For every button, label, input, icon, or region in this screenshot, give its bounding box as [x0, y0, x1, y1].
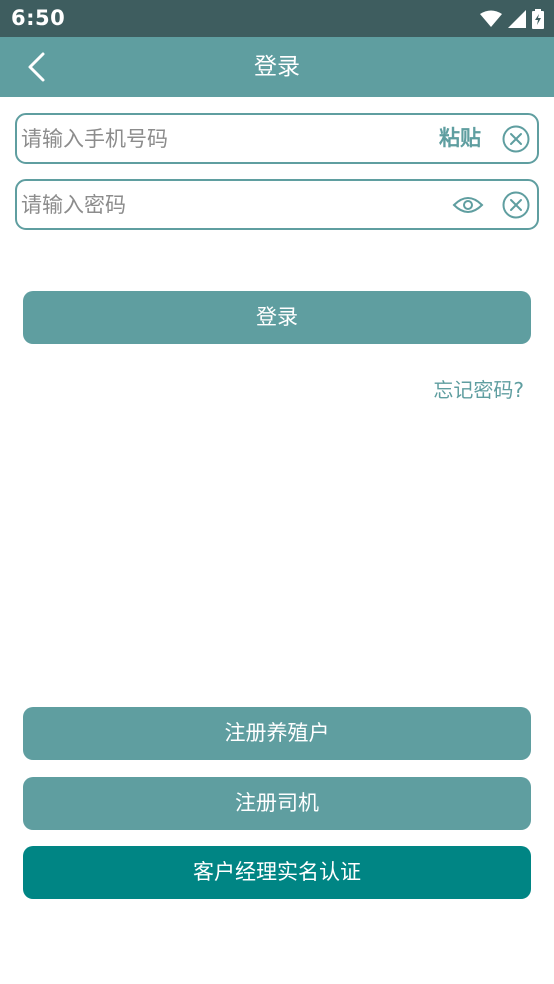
login-button[interactable]: 登录	[23, 291, 531, 344]
toggle-password-button[interactable]	[452, 191, 484, 219]
battery-charging-icon	[532, 9, 544, 29]
phone-input[interactable]	[21, 115, 421, 162]
register-driver-button[interactable]: 注册司机	[23, 777, 531, 830]
eye-icon	[452, 197, 484, 213]
forgot-password-link[interactable]: 忘记密码?	[433, 374, 524, 403]
wifi-icon	[480, 10, 502, 27]
signal-icon	[508, 10, 526, 28]
status-icons	[480, 8, 544, 30]
password-field	[15, 179, 539, 230]
status-time: 6:50	[11, 6, 66, 30]
status-bar: 6:50	[0, 0, 554, 37]
page-title: 登录	[254, 54, 300, 80]
clear-circle-icon	[502, 125, 530, 153]
clear-phone-button[interactable]	[502, 125, 530, 153]
clear-password-button[interactable]	[502, 191, 530, 219]
clear-circle-icon	[502, 191, 530, 219]
app-bar: 登录	[0, 37, 554, 97]
password-input[interactable]	[21, 181, 441, 228]
register-farmer-button[interactable]: 注册养殖户	[23, 707, 531, 760]
paste-button[interactable]: 粘贴	[439, 115, 481, 162]
phone-field: 粘贴	[15, 113, 539, 164]
manager-verify-button[interactable]: 客户经理实名认证	[23, 846, 531, 899]
